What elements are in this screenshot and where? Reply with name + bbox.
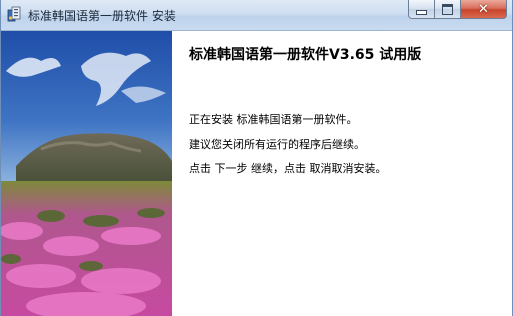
wizard-content: 标准韩国语第一册软件V3.65 试用版 正在安装 标准韩国语第一册软件。 建议您… — [172, 31, 512, 316]
continue-instructions: 点击 下一步 继续，点击 取消取消安装。 — [189, 162, 387, 175]
product-heading: 标准韩国语第一册软件V3.65 试用版 — [189, 47, 422, 63]
installer-window: 标准韩国语第一册软件 安装 ✕ 标准韩国语第一册软件V3.65 试用版 正在安装… — [0, 0, 513, 316]
close-button[interactable]: ✕ — [461, 0, 507, 19]
title-bar[interactable]: 标准韩国语第一册软件 安装 ✕ — [1, 0, 512, 31]
landscape-image — [1, 31, 172, 316]
close-icon: ✕ — [478, 1, 489, 17]
close-programs-advice: 建议您关闭所有运行的程序后继续。 — [189, 138, 365, 151]
window-controls: ✕ — [408, 0, 507, 20]
maximize-icon — [442, 3, 453, 15]
installer-side-image — [1, 31, 172, 316]
minimize-button[interactable] — [408, 0, 435, 19]
installer-app-icon — [7, 6, 21, 22]
minimize-icon — [416, 10, 427, 15]
maximize-button[interactable] — [435, 0, 461, 19]
installing-text: 正在安装 标准韩国语第一册软件。 — [189, 113, 358, 126]
window-title: 标准韩国语第一册软件 安装 — [28, 9, 176, 23]
